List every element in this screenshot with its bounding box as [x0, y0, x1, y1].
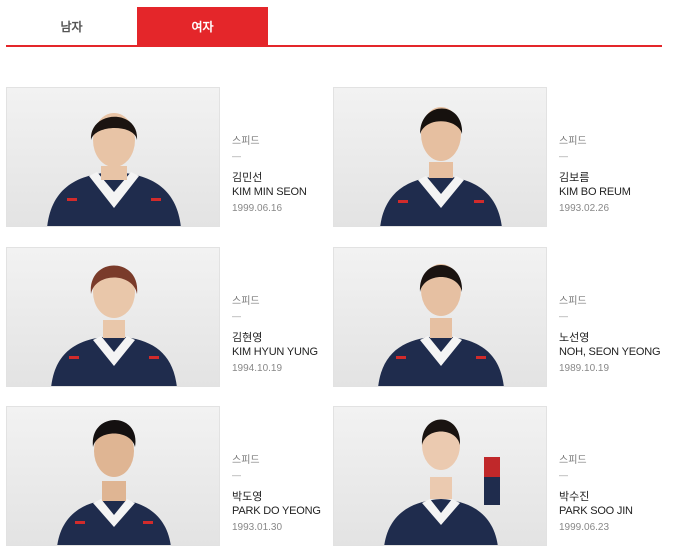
athlete-name-en[interactable]: PARK SOO JIN [559, 504, 674, 519]
athlete-photo[interactable] [333, 87, 547, 227]
athlete-event: 스피드 [559, 296, 587, 307]
athlete-name-kr[interactable]: 박수진 [559, 490, 674, 504]
athlete-card[interactable]: 스피드 — 박수진 PARK SOO JIN 1999.06.23 [333, 406, 653, 546]
athlete-dob: 1993.02.26 [559, 203, 610, 214]
athlete-info: 스피드 — 노선영 NOH, SEON YEONG 1989.10.19 [559, 295, 674, 376]
tab-underline [6, 45, 662, 47]
tab-men[interactable]: 남자 [6, 7, 137, 45]
athlete-card[interactable]: 스피드 — 박도영 PARK DO YEONG 1993.01.30 [6, 406, 326, 546]
athlete-card[interactable]: 스피드 — 노선영 NOH, SEON YEONG 1989.10.19 [333, 247, 661, 387]
athlete-card[interactable]: 스피드 — 김현영 KIM HYUN YUNG 1994.10.19 [6, 247, 326, 387]
tab-women[interactable]: 여자 [137, 7, 268, 45]
athlete-name-en[interactable]: KIM BO REUM [559, 185, 674, 200]
divider-dash: — [559, 311, 568, 321]
athlete-dob: 1989.10.19 [559, 363, 610, 374]
athlete-photo[interactable] [333, 406, 547, 546]
divider-dash: — [559, 151, 568, 161]
athlete-event: 스피드 [559, 136, 587, 147]
athlete-photo[interactable] [6, 87, 220, 227]
athlete-card[interactable]: 스피드 — 김보름 KIM BO REUM 1993.02.26 [333, 87, 653, 227]
athlete-name-en[interactable]: NOH, SEON YEONG [559, 345, 674, 360]
athlete-photo[interactable] [6, 247, 220, 387]
athlete-info: 스피드 — 박수진 PARK SOO JIN 1999.06.23 [559, 454, 674, 535]
gender-tabs: 남자 여자 [6, 7, 662, 47]
athlete-photo[interactable] [6, 406, 220, 546]
athlete-event: 스피드 [559, 455, 587, 466]
divider-dash: — [559, 470, 568, 480]
athlete-card[interactable]: 스피드 — 김민선 KIM MIN SEON 1999.06.16 [6, 87, 326, 227]
athlete-name-kr[interactable]: 김보름 [559, 171, 674, 185]
athlete-dob: 1999.06.23 [559, 522, 610, 533]
athlete-info: 스피드 — 김보름 KIM BO REUM 1993.02.26 [559, 135, 674, 216]
athlete-photo[interactable] [333, 247, 547, 387]
athlete-name-kr[interactable]: 노선영 [559, 331, 674, 345]
